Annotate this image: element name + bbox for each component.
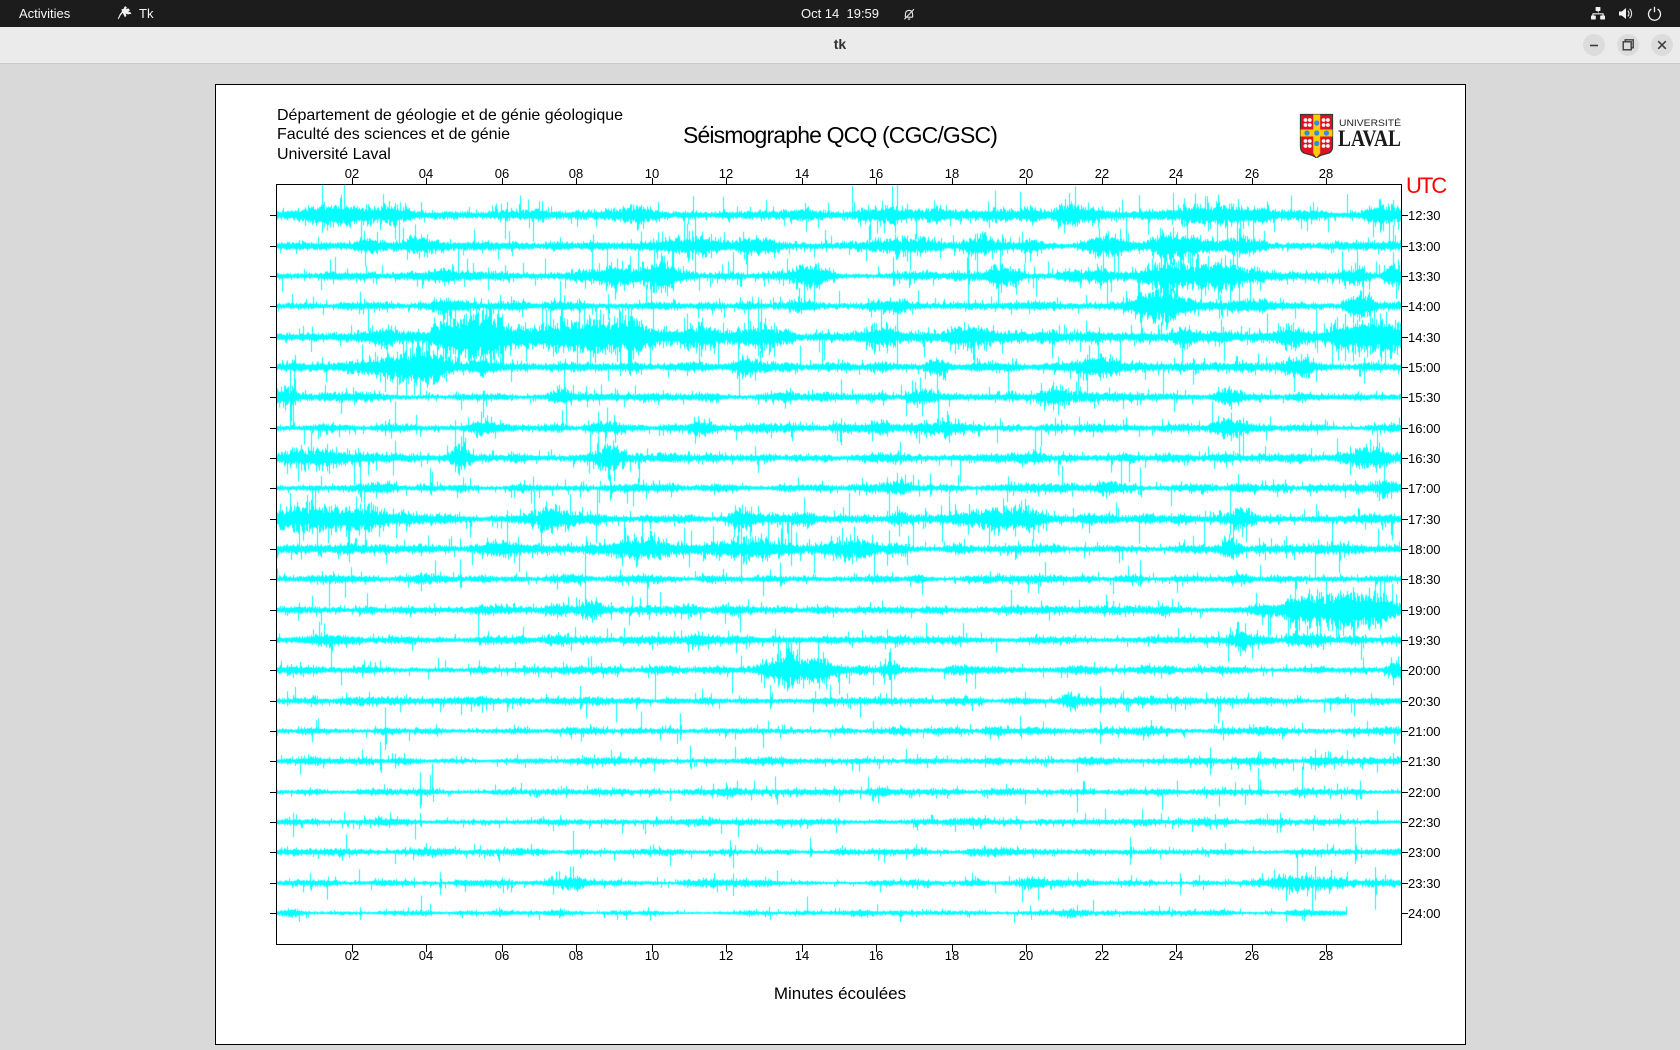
svg-text:LAVAL: LAVAL <box>1338 126 1401 151</box>
